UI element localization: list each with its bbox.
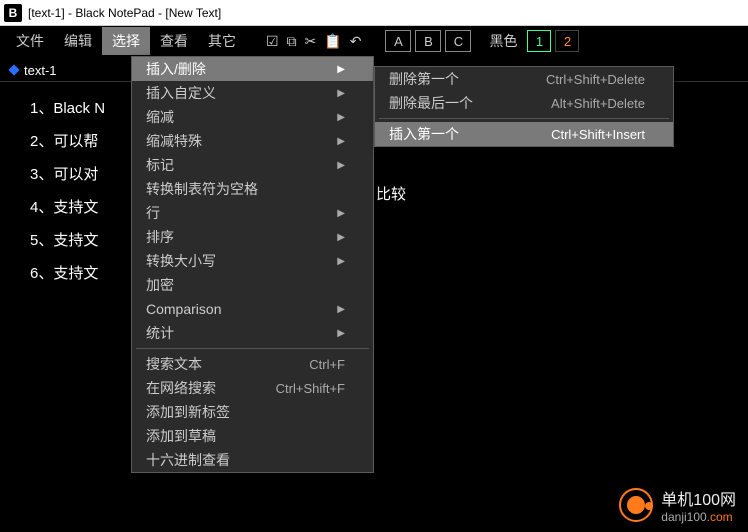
menu-item-label: 十六进制查看 <box>146 450 230 470</box>
menu-item-shortcut: Ctrl+Shift+Insert <box>551 127 645 142</box>
menu-item-label: 缩减特殊 <box>146 131 202 151</box>
editor-text-fragment: 比较 <box>376 183 406 204</box>
toolbar-icons: ☑ ⧉ ✂ 📋 ↶ <box>266 33 361 50</box>
menu-item-label: 缩减 <box>146 107 174 127</box>
submenu-arrow-icon: ▶ <box>337 208 345 219</box>
menu-item-label: 插入第一个 <box>389 124 459 144</box>
menu-item[interactable]: 选择 <box>102 27 150 55</box>
submenu-arrow-icon: ▶ <box>337 256 345 267</box>
menu-item-label: 插入自定义 <box>146 83 216 103</box>
menu-item-label: 排序 <box>146 227 174 247</box>
menu-item-label: 加密 <box>146 275 174 295</box>
menu-item[interactable]: 编辑 <box>54 27 102 55</box>
menu-item-shortcut: Ctrl+Shift+Delete <box>546 72 645 87</box>
menu-item-label: 在网络搜索 <box>146 378 216 398</box>
menu-item-label: 转换制表符为空格 <box>146 179 258 199</box>
menu-dropdown-item[interactable]: 搜索文本 Ctrl+F <box>132 352 373 376</box>
style-button[interactable]: B <box>415 30 441 52</box>
menu-dropdown-item[interactable]: 十六进制查看 <box>132 448 373 472</box>
menu-item[interactable]: 其它 <box>198 27 246 55</box>
tab-item[interactable]: text-1 <box>0 57 71 81</box>
menu-dropdown-item[interactable]: 在网络搜索 Ctrl+Shift+F <box>132 376 373 400</box>
menu-dropdown-item[interactable]: 插入自定义 ▶ <box>132 81 373 105</box>
insert-delete-submenu: 删除第一个 Ctrl+Shift+Delete 删除最后一个 Alt+Shift+De… <box>374 66 674 147</box>
menu-item-label: 统计 <box>146 323 174 343</box>
submenu-arrow-icon: ▶ <box>337 88 345 99</box>
menu-dropdown-item[interactable]: 插入/删除 ▶ <box>132 57 373 81</box>
submenu-arrow-icon: ▶ <box>337 232 345 243</box>
submenu-arrow-icon: ▶ <box>337 112 345 123</box>
menu-item-label: Comparison <box>146 301 221 317</box>
app-icon: B <box>4 4 22 22</box>
undo-icon[interactable]: ↶ <box>350 33 362 50</box>
menu-dropdown-item[interactable]: 转换制表符为空格 <box>132 177 373 201</box>
menu-item-shortcut: Alt+Shift+Delete <box>551 96 645 111</box>
menu-dropdown-item[interactable]: 删除第一个 Ctrl+Shift+Delete <box>375 67 673 91</box>
menu-item[interactable]: 文件 <box>6 27 54 55</box>
menu-item-label: 添加到新标签 <box>146 402 230 422</box>
menu-item-label: 搜索文本 <box>146 354 202 374</box>
menu-dropdown-item[interactable]: Comparison ▶ <box>132 297 373 321</box>
menu-item-label: 插入/删除 <box>146 59 206 79</box>
select-menu-dropdown: 插入/删除▶插入自定义▶缩减▶缩减特殊▶标记▶转换制表符为空格行▶排序▶转换大小… <box>131 56 374 473</box>
watermark-domain: danji100.com <box>661 510 736 524</box>
paste-icon[interactable]: 📋 <box>324 33 341 50</box>
menu-dropdown-item[interactable]: 缩减特殊 ▶ <box>132 129 373 153</box>
menu-dropdown-item[interactable]: 转换大小写 ▶ <box>132 249 373 273</box>
menubar: 文件编辑选择查看其它 ☑ ⧉ ✂ 📋 ↶ ABC 黑色 12 <box>0 26 748 56</box>
watermark: 单机100网 danji100.com <box>619 486 736 524</box>
submenu-arrow-icon: ▶ <box>337 64 345 75</box>
menu-item-label: 删除第一个 <box>389 69 459 89</box>
menu-dropdown-item[interactable]: 行▶ <box>132 201 373 225</box>
submenu-arrow-icon: ▶ <box>337 304 345 315</box>
menu-separator <box>136 348 369 349</box>
window-title: [text-1] - Black NotePad - [New Text] <box>28 6 221 20</box>
menu-separator <box>379 118 669 119</box>
menu-dropdown-item[interactable]: 标记 ▶ <box>132 153 373 177</box>
copy-icon[interactable]: ⧉ <box>287 33 297 50</box>
menu-item-label: 行 <box>146 203 160 223</box>
tab-label: text-1 <box>24 63 57 78</box>
menu-item[interactable]: 查看 <box>150 27 198 55</box>
menu-dropdown-item[interactable]: 删除最后一个 Alt+Shift+Delete <box>375 91 673 115</box>
submenu-arrow-icon: ▶ <box>337 328 345 339</box>
menu-dropdown-item[interactable]: 统计 ▶ <box>132 321 373 345</box>
menu-dropdown-item[interactable]: 排序 ▶ <box>132 225 373 249</box>
modified-indicator-icon <box>8 64 19 75</box>
menu-dropdown-item[interactable]: 添加到新标签 <box>132 400 373 424</box>
menu-item-shortcut: Ctrl+F <box>309 357 345 372</box>
menu-dropdown-item[interactable]: 插入第一个 Ctrl+Shift+Insert <box>375 122 673 146</box>
watermark-logo-icon <box>619 488 653 522</box>
style-button[interactable]: C <box>445 30 471 52</box>
menu-item-label: 标记 <box>146 155 174 175</box>
preset-button[interactable]: 1 <box>527 30 551 52</box>
menu-dropdown-item[interactable]: 添加到草稿 <box>132 424 373 448</box>
menu-dropdown-item[interactable]: 加密 <box>132 273 373 297</box>
cut-icon[interactable]: ✂ <box>305 33 317 50</box>
checkbox-icon[interactable]: ☑ <box>266 33 279 50</box>
submenu-arrow-icon: ▶ <box>337 136 345 147</box>
color-label[interactable]: 黑色 <box>489 31 517 51</box>
menu-dropdown-item[interactable]: 缩减 ▶ <box>132 105 373 129</box>
style-button[interactable]: A <box>385 30 411 52</box>
menu-item-label: 转换大小写 <box>146 251 216 271</box>
preset-button[interactable]: 2 <box>555 30 579 52</box>
menu-item-shortcut: Ctrl+Shift+F <box>276 381 345 396</box>
titlebar: B [text-1] - Black NotePad - [New Text] <box>0 0 748 26</box>
watermark-text: 单机100网 <box>661 486 736 510</box>
menu-item-label: 删除最后一个 <box>389 93 473 113</box>
menu-item-label: 添加到草稿 <box>146 426 216 446</box>
submenu-arrow-icon: ▶ <box>337 160 345 171</box>
